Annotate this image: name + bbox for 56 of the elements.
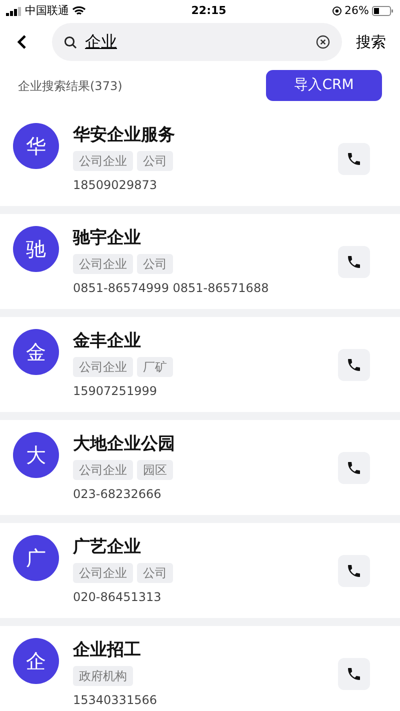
category-tag: 公司企业 — [73, 562, 133, 582]
phone-icon — [346, 150, 362, 166]
avatar: 企 — [13, 638, 59, 684]
call-button[interactable] — [338, 554, 370, 586]
company-name: 大地企业公园 — [73, 432, 176, 454]
search-bar[interactable]: 企业 — [52, 23, 342, 61]
avatar: 金 — [13, 329, 59, 375]
phone-icon — [346, 666, 362, 682]
phone-number: 15907251999 — [73, 382, 158, 400]
category-tag: 公司企业 — [73, 150, 133, 170]
phone-number: 020-86451313 — [73, 588, 162, 606]
phone-icon — [346, 356, 362, 372]
phone-number: 0851-86574999 0851-86571688 — [73, 280, 270, 296]
company-name: 企业招工 — [73, 638, 142, 660]
phone-icon — [346, 562, 362, 578]
company-name: 华安企业服务 — [73, 124, 176, 146]
carrier-name: 中国联通 — [25, 2, 69, 19]
avatar: 大 — [13, 432, 59, 478]
call-button[interactable] — [338, 142, 370, 174]
clock-time: 22:15 — [191, 2, 226, 19]
phone-number: 15340331566 — [73, 692, 158, 708]
phone-icon — [346, 460, 362, 476]
call-button[interactable] — [338, 348, 370, 380]
category-tag: 公司 — [137, 254, 173, 274]
avatar: 驰 — [13, 226, 59, 272]
call-button[interactable] — [338, 658, 370, 690]
company-name: 驰宇企业 — [73, 226, 142, 248]
clear-icon[interactable] — [316, 35, 330, 49]
category-tag: 公司企业 — [73, 460, 133, 480]
signal-icon — [6, 6, 22, 16]
phone-icon — [346, 254, 362, 270]
orientation-lock-icon — [332, 6, 342, 16]
avatar: 广 — [13, 535, 59, 581]
call-button[interactable] — [338, 452, 370, 484]
company-name: 广艺企业 — [73, 536, 142, 558]
category-tag: 政府机构 — [73, 666, 133, 686]
call-button[interactable] — [338, 246, 370, 278]
avatar: 华 — [13, 123, 59, 169]
category-tag: 公司企业 — [73, 254, 133, 274]
search-button[interactable]: 搜索 — [352, 30, 390, 54]
wifi-icon — [72, 6, 86, 16]
back-icon — [16, 34, 28, 50]
company-name: 金丰企业 — [73, 330, 142, 352]
phone-number: 18509029873 — [73, 176, 158, 194]
category-tag: 公司 — [137, 150, 173, 170]
category-tag: 公司企业 — [73, 356, 133, 376]
phone-number: 023-68232666 — [73, 486, 162, 502]
search-icon — [64, 36, 77, 48]
search-field[interactable]: 企业 — [85, 30, 308, 54]
import-crm-button[interactable]: 导入CRM — [266, 70, 382, 101]
result-count: 企业搜索结果(373) — [18, 78, 122, 94]
category-tag: 厂矿 — [137, 356, 173, 376]
category-tag: 园区 — [137, 460, 173, 480]
battery-icon — [372, 6, 394, 16]
battery-percent: 26% — [344, 2, 369, 19]
category-tag: 公司 — [137, 562, 173, 582]
